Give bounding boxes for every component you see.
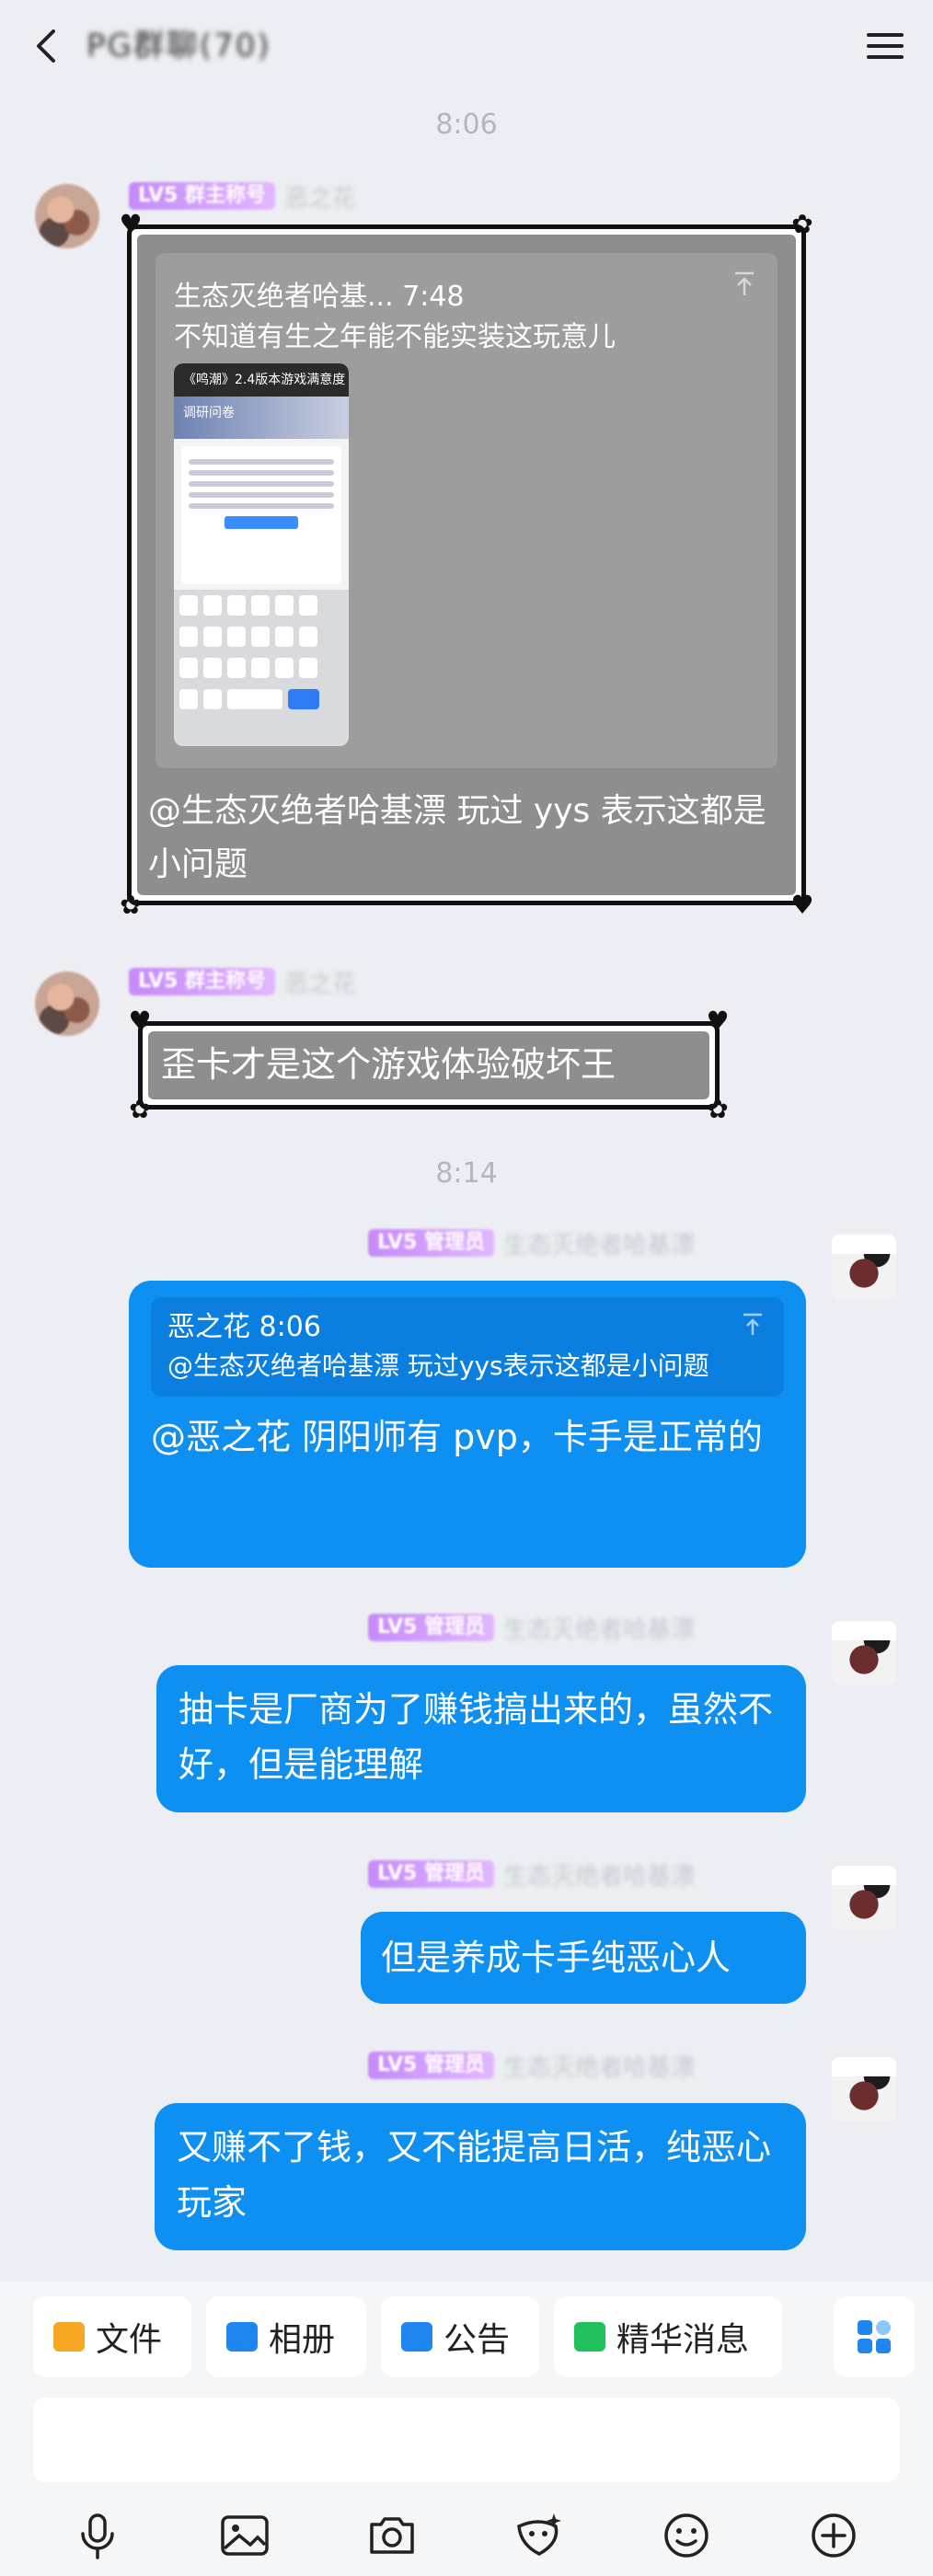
quoted-message[interactable]: 生态灭绝者哈基... 7:48 不知道有生之年能不能实装这玩意儿 《鸣潮》2.4… <box>156 253 778 768</box>
bow-decoration-icon: ✿ <box>129 1094 151 1124</box>
bow-decoration-icon: ✿ <box>707 1094 729 1124</box>
heart-decoration-icon: ♥ <box>119 209 143 239</box>
plus-icon[interactable] <box>808 2510 859 2561</box>
jump-to-quote-icon[interactable] <box>740 1312 766 1338</box>
emoji-icon[interactable] <box>661 2510 712 2561</box>
avatar[interactable] <box>832 1235 896 1299</box>
camera-icon[interactable] <box>366 2510 418 2561</box>
folder-icon <box>53 2322 85 2352</box>
quote-text: 不知道有生之年能不能实装这玩意儿 <box>174 321 616 353</box>
album-icon <box>226 2322 258 2352</box>
quote-text: @生态灭绝者哈基漂 玩过yys表示这都是小问题 <box>167 1351 709 1381</box>
sender-nickname: LV5 管理员 生态灭绝者哈基漂 <box>368 2050 695 2082</box>
thumbnail-title: 《鸣潮》2.4版本游戏满意度调研问卷 <box>174 363 349 420</box>
message-bubble-framed[interactable]: 歪卡才是这个游戏体验破坏王 ♥ ♥ ✿ ✿ <box>128 1006 729 1124</box>
message-bubble[interactable]: 恶之花 8:06 @生态灭绝者哈基漂 玩过yys表示这都是小问题 @恶之花 阴阳… <box>129 1281 806 1568</box>
chat-title: PG群聊(70) <box>86 28 271 64</box>
menu-icon[interactable] <box>865 28 905 64</box>
message-text: @恶之花 阴阳师有 pvp，卡手是正常的 <box>151 1417 763 1457</box>
sender-name: 生态灭绝者哈基漂 <box>502 1862 695 1891</box>
microphone-icon[interactable] <box>72 2510 123 2561</box>
sender-name: 生态灭绝者哈基漂 <box>502 1231 695 1259</box>
apps-button[interactable] <box>834 2296 915 2377</box>
album-button[interactable]: 相册 <box>206 2296 366 2377</box>
member-title-badge: LV5 管理员 <box>368 2052 494 2079</box>
jump-to-quote-icon[interactable] <box>730 270 759 299</box>
announcement-button[interactable]: 公告 <box>381 2296 539 2377</box>
avatar[interactable] <box>832 2057 896 2122</box>
message-text: 又赚不了钱，又不能提高日活，纯恶心玩家 <box>177 2127 772 2223</box>
thumbnail-card <box>181 446 341 584</box>
member-title-badge: LV5 管理员 <box>368 1229 494 1257</box>
thumbnail-keyboard <box>174 590 349 746</box>
image-icon[interactable] <box>219 2510 271 2561</box>
essence-label: 精华消息 <box>616 2321 750 2359</box>
bow-decoration-icon: ✿ <box>120 890 142 920</box>
member-title-badge: LV5 群主称号 <box>129 182 275 210</box>
avatar[interactable] <box>35 184 99 248</box>
sender-nickname: LV5 管理员 生态灭绝者哈基漂 <box>368 1612 695 1644</box>
image-thumbnail[interactable]: 《鸣潮》2.4版本游戏满意度调研问卷 <box>174 363 349 746</box>
avatar[interactable] <box>832 1621 896 1685</box>
timestamp: 8:06 <box>435 109 498 141</box>
avatar[interactable] <box>35 972 99 1036</box>
sender-nickname: LV5 群主称号 恶之花 <box>129 966 356 998</box>
essence-icon <box>574 2322 605 2352</box>
message-text: @生态灭绝者哈基漂 玩过 yys 表示这都是小问题 <box>148 792 766 883</box>
sender-nickname: LV5 管理员 生态灭绝者哈基漂 <box>368 1858 695 1891</box>
member-title-badge: LV5 群主称号 <box>129 968 275 995</box>
member-title-badge: LV5 管理员 <box>368 1860 494 1888</box>
input-panel: 文件 相册 公告 精华消息 <box>0 2282 933 2576</box>
quote-header: 恶之花 8:06 <box>167 1311 321 1343</box>
message-bubble[interactable]: 但是养成卡手纯恶心人 <box>361 1912 806 2004</box>
sender-nickname: LV5 管理员 生态灭绝者哈基漂 <box>368 1227 695 1259</box>
file-label: 文件 <box>96 2321 163 2359</box>
message-input[interactable] <box>33 2398 900 2482</box>
sender-name: 生态灭绝者哈基漂 <box>502 2053 695 2082</box>
bow-decoration-icon: ✿ <box>791 209 813 239</box>
announcement-label: 公告 <box>443 2321 511 2359</box>
message-bubble[interactable]: 抽卡是厂商为了赚钱搞出来的，虽然不好，但是能理解 <box>156 1665 806 1812</box>
chat-header: PG群聊(70) <box>0 0 933 92</box>
member-title-badge: LV5 管理员 <box>368 1614 494 1641</box>
sender-name: 生态灭绝者哈基漂 <box>502 1616 695 1644</box>
sender-nickname: LV5 群主称号 恶之花 <box>129 180 356 213</box>
magic-emoji-icon[interactable] <box>513 2510 565 2561</box>
quoted-message[interactable]: 恶之花 8:06 @生态灭绝者哈基漂 玩过yys表示这都是小问题 <box>151 1297 784 1397</box>
file-button[interactable]: 文件 <box>33 2296 191 2377</box>
message-text: 但是养成卡手纯恶心人 <box>381 1938 731 1978</box>
sender-name: 恶之花 <box>283 970 356 998</box>
message-text: 歪卡才是这个游戏体验破坏王 <box>148 1031 709 1099</box>
message-bubble-framed[interactable]: 生态灭绝者哈基... 7:48 不知道有生之年能不能实装这玩意儿 《鸣潮》2.4… <box>119 209 813 920</box>
message-bubble[interactable]: 又赚不了钱，又不能提高日活，纯恶心玩家 <box>155 2103 806 2250</box>
album-label: 相册 <box>269 2321 336 2359</box>
input-toolbar <box>0 2493 933 2567</box>
heart-decoration-icon: ♥ <box>706 1006 730 1036</box>
sender-name: 恶之花 <box>283 184 356 213</box>
avatar[interactable] <box>832 1866 896 1930</box>
apps-grid-icon <box>858 2320 891 2353</box>
message-text: 抽卡是厂商为了赚钱搞出来的，虽然不好，但是能理解 <box>179 1689 774 1785</box>
back-arrow-icon[interactable] <box>28 26 68 66</box>
heart-decoration-icon: ♥ <box>128 1006 152 1036</box>
quote-header: 生态灭绝者哈基... 7:48 <box>174 281 465 313</box>
announcement-icon <box>401 2322 432 2352</box>
essence-messages-button[interactable]: 精华消息 <box>554 2296 782 2377</box>
heart-decoration-icon: ♥ <box>790 890 814 920</box>
timestamp: 8:14 <box>435 1157 498 1190</box>
